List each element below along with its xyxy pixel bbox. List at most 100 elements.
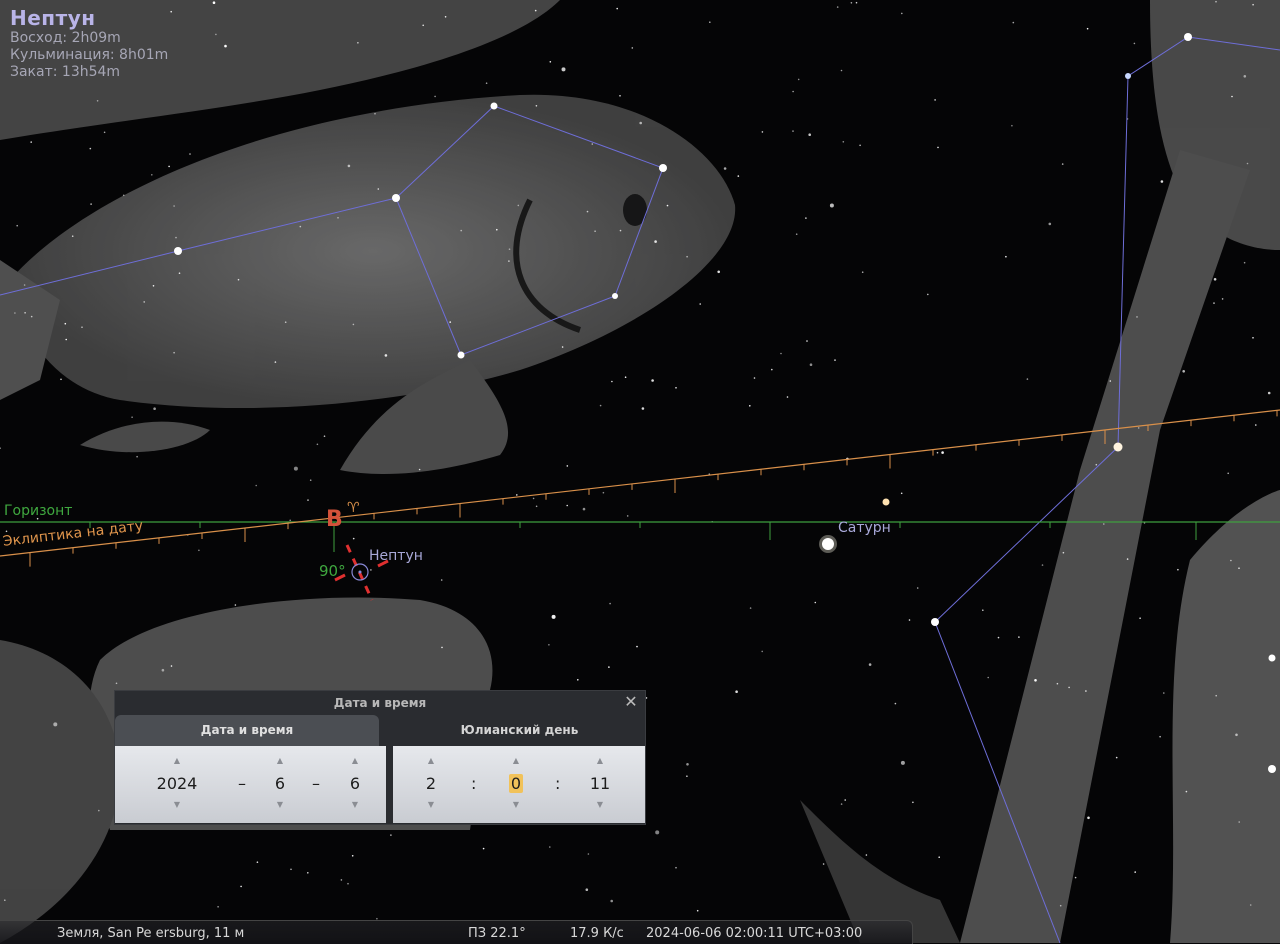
star — [240, 885, 242, 888]
star — [1126, 558, 1129, 560]
star — [997, 636, 1000, 639]
star — [337, 217, 339, 219]
star — [1134, 871, 1136, 873]
star — [384, 354, 388, 357]
star — [189, 153, 191, 155]
star — [761, 131, 764, 133]
star — [136, 455, 138, 458]
star — [655, 830, 660, 835]
star — [822, 863, 825, 865]
star — [840, 803, 843, 805]
star — [1133, 42, 1136, 45]
year-spinbox[interactable]: ▲ 2024 ▼ — [155, 746, 199, 823]
dialog-title: Дата и время — [333, 696, 427, 710]
star — [1182, 370, 1185, 373]
day-spinbox[interactable]: ▲ 6 ▼ — [340, 746, 370, 823]
star — [516, 494, 518, 496]
star — [173, 351, 175, 354]
year-value[interactable]: 2024 — [155, 774, 199, 794]
second-value[interactable]: 11 — [583, 774, 617, 794]
star — [299, 225, 302, 228]
year-down-arrow-icon[interactable]: ▼ — [155, 800, 199, 810]
star-orange — [882, 498, 890, 506]
star — [586, 210, 589, 213]
star — [390, 834, 392, 836]
star — [178, 272, 181, 275]
second-up-arrow-icon[interactable]: ▲ — [583, 756, 617, 766]
star — [855, 1, 858, 4]
status-datetime[interactable]: 2024-06-06 02:00:11 UTC+03:00 — [646, 926, 862, 941]
hour-up-arrow-icon[interactable]: ▲ — [415, 756, 447, 766]
star — [444, 15, 447, 18]
star — [829, 203, 834, 208]
star — [900, 760, 905, 765]
horizon-label: Горизонт — [4, 503, 73, 519]
star — [987, 676, 989, 679]
star — [1109, 380, 1112, 382]
star — [686, 763, 689, 766]
star — [654, 240, 657, 243]
star — [1011, 124, 1013, 127]
star — [234, 604, 237, 606]
star — [936, 451, 939, 454]
star — [347, 882, 349, 885]
star — [675, 387, 677, 389]
day-value[interactable]: 6 — [340, 774, 370, 794]
day-down-arrow-icon[interactable]: ▼ — [340, 800, 370, 810]
minute-down-arrow-icon[interactable]: ▼ — [500, 800, 532, 810]
star — [1041, 564, 1044, 566]
star — [582, 507, 586, 511]
star — [894, 702, 897, 705]
star — [422, 24, 425, 27]
star — [709, 21, 711, 24]
star — [1115, 756, 1118, 759]
tab-date-time[interactable]: Дата и время — [115, 715, 379, 746]
star — [792, 90, 794, 93]
minute-value[interactable]: 0 — [508, 774, 524, 793]
tab-julian-day[interactable]: Юлианский день — [394, 715, 645, 746]
star — [1252, 337, 1254, 339]
minute-spinbox[interactable]: ▲ 0 ▼ — [500, 746, 532, 823]
status-location[interactable]: Земля, San Pe ersburg, 11 м — [57, 926, 244, 941]
star — [90, 203, 92, 205]
star — [65, 338, 67, 341]
star — [639, 121, 642, 125]
saturn-planet[interactable] — [819, 535, 837, 553]
day-up-arrow-icon[interactable]: ▲ — [340, 756, 370, 766]
star — [418, 468, 421, 471]
star — [585, 888, 589, 891]
star — [834, 359, 836, 361]
star — [24, 312, 26, 314]
star — [374, 112, 376, 115]
minute-up-arrow-icon[interactable]: ▲ — [500, 756, 532, 766]
star — [1095, 463, 1098, 466]
star — [686, 775, 688, 777]
second-down-arrow-icon[interactable]: ▼ — [583, 800, 617, 810]
hour-down-arrow-icon[interactable]: ▼ — [415, 800, 447, 810]
star — [103, 131, 106, 134]
star — [686, 255, 688, 258]
close-icon[interactable]: ✕ — [623, 694, 639, 710]
star — [594, 230, 596, 232]
month-value[interactable]: 6 — [265, 774, 295, 794]
star — [14, 312, 16, 314]
star — [1018, 636, 1020, 638]
second-spinbox[interactable]: ▲ 11 ▼ — [583, 746, 617, 823]
star — [517, 204, 520, 207]
year-up-arrow-icon[interactable]: ▲ — [155, 756, 199, 766]
hour-spinbox[interactable]: ▲ 2 ▼ — [415, 746, 447, 823]
month-down-arrow-icon[interactable]: ▼ — [265, 800, 295, 810]
star — [805, 217, 807, 219]
star — [814, 601, 817, 604]
star — [836, 6, 839, 8]
star — [859, 144, 861, 147]
star — [440, 579, 443, 581]
hour-value[interactable]: 2 — [415, 774, 447, 794]
month-up-arrow-icon[interactable]: ▲ — [265, 756, 295, 766]
month-spinbox[interactable]: ▲ 6 ▼ — [265, 746, 295, 823]
object-name: Нептун — [10, 6, 96, 30]
star — [1012, 21, 1015, 24]
star — [255, 484, 257, 487]
star — [1068, 686, 1070, 689]
star — [735, 690, 738, 693]
